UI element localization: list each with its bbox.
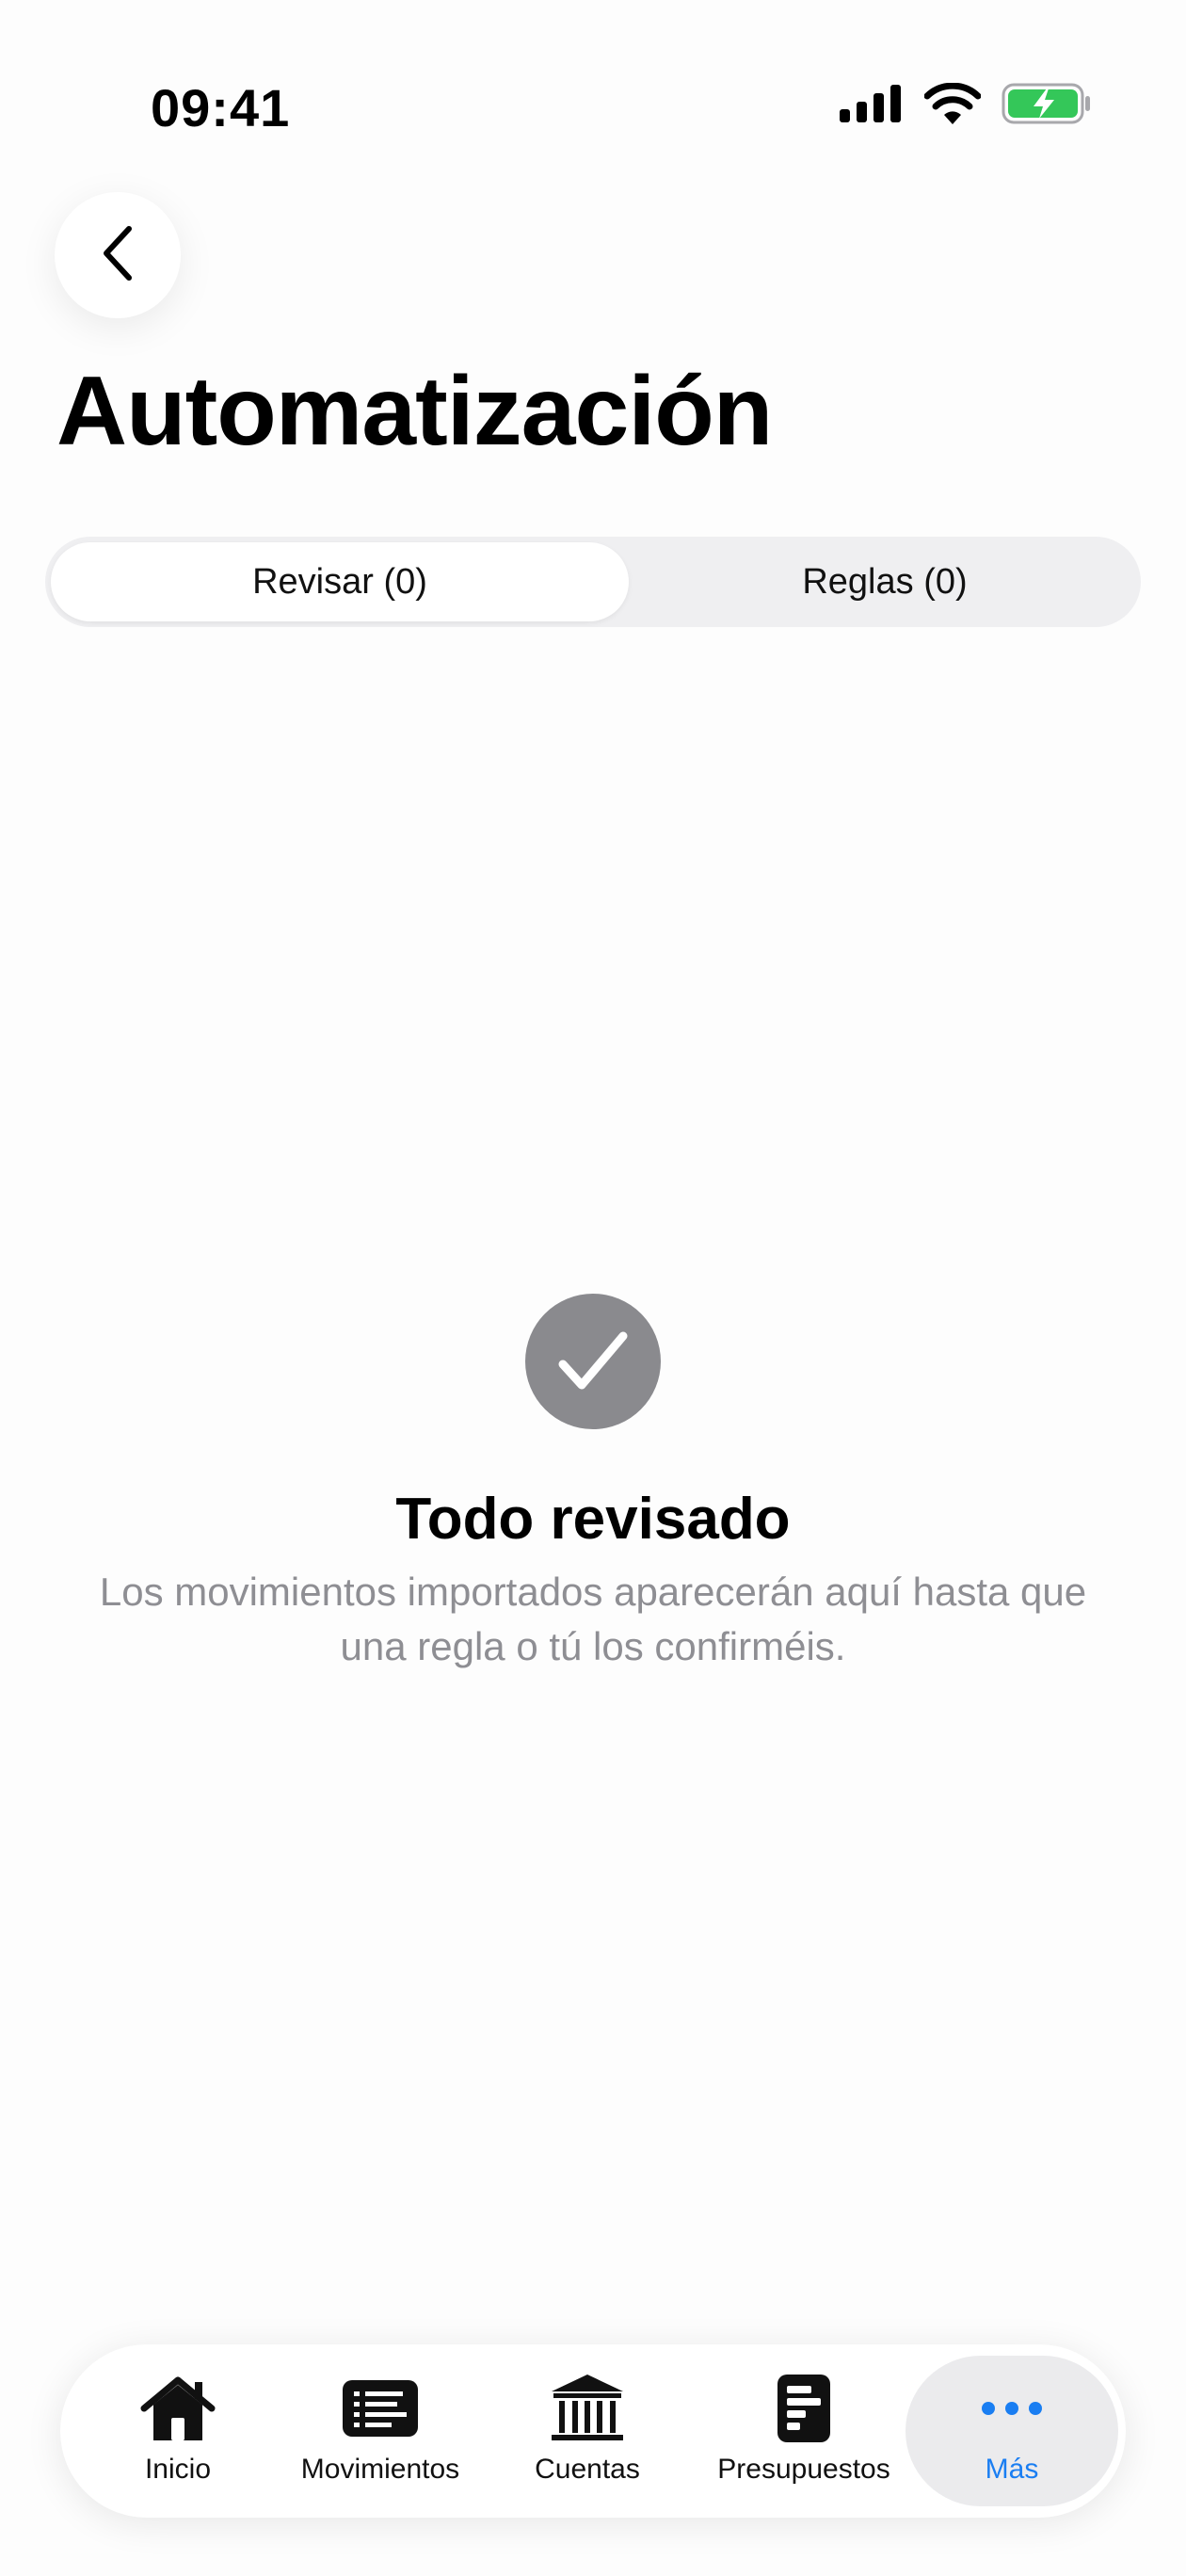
status-time: 09:41 bbox=[151, 78, 291, 137]
tab-presupuestos-label: Presupuestos bbox=[717, 2454, 890, 2485]
checkmark-circle-icon bbox=[525, 1294, 661, 1429]
segmented-control: Revisar (0) Reglas (0) bbox=[45, 537, 1141, 627]
house-icon bbox=[138, 2373, 217, 2444]
wifi-icon bbox=[923, 82, 982, 129]
chevron-left-icon bbox=[97, 225, 138, 286]
screen: 09:41 Automatización Revisar (0) Reglas … bbox=[0, 0, 1186, 2576]
tab-bar: Inicio Movimientos Cuentas Presupuestos … bbox=[60, 2344, 1126, 2518]
tab-mas[interactable]: Más bbox=[906, 2344, 1118, 2518]
tab-mas-label: Más bbox=[985, 2454, 1039, 2485]
empty-state-description: Los movimientos importados aparecerán aq… bbox=[99, 1570, 1087, 1668]
tab-cuentas[interactable]: Cuentas bbox=[521, 2344, 653, 2518]
tab-reglas-label: Reglas (0) bbox=[802, 561, 968, 602]
tab-reglas[interactable]: Reglas (0) bbox=[634, 542, 1135, 621]
budget-icon bbox=[776, 2373, 832, 2444]
empty-state-title: Todo revisado bbox=[395, 1487, 791, 1552]
bank-icon bbox=[550, 2373, 625, 2444]
page-title: Automatización bbox=[56, 357, 773, 466]
tab-movimientos[interactable]: Movimientos bbox=[286, 2344, 474, 2518]
list-icon bbox=[341, 2373, 420, 2444]
tab-inicio[interactable]: Inicio bbox=[117, 2344, 239, 2518]
tab-cuentas-label: Cuentas bbox=[535, 2454, 640, 2485]
battery-charging-icon bbox=[1002, 83, 1092, 129]
back-button[interactable] bbox=[55, 192, 181, 318]
cellular-icon bbox=[840, 85, 904, 127]
tab-revisar[interactable]: Revisar (0) bbox=[51, 542, 629, 621]
tab-inicio-label: Inicio bbox=[144, 2454, 212, 2485]
status-icons bbox=[840, 82, 1092, 129]
tab-presupuestos[interactable]: Presupuestos bbox=[700, 2344, 907, 2518]
tab-movimientos-label: Movimientos bbox=[300, 2454, 460, 2485]
tab-revisar-label: Revisar (0) bbox=[252, 561, 427, 602]
ellipsis-icon bbox=[979, 2373, 1045, 2444]
